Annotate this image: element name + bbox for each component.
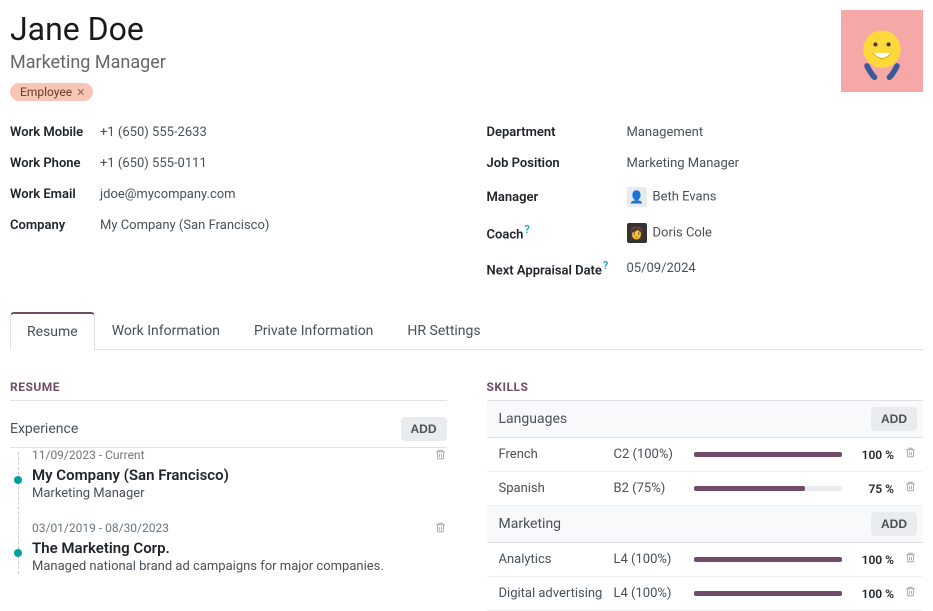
skill-row: Analytics L4 (100%) 100 % xyxy=(487,543,924,577)
employee-name: Jane Doe xyxy=(10,10,821,48)
field-value[interactable]: Management xyxy=(627,125,704,140)
skill-name: Digital advertising xyxy=(499,586,604,601)
field-next-appraisal: Next Appraisal Date? 05/09/2024 xyxy=(487,259,924,278)
experience-description: Managed national brand ad campaigns for … xyxy=(32,559,447,574)
field-company: Company My Company (San Francisco) xyxy=(10,218,447,233)
experience-dates: 11/09/2023 - Current xyxy=(32,448,447,462)
field-value[interactable]: jdoe@mycompany.com xyxy=(100,187,236,202)
experience-label: Experience xyxy=(10,421,78,437)
skill-name: Analytics xyxy=(499,552,604,567)
field-work-phone: Work Phone +1 (650) 555-0111 xyxy=(10,156,447,171)
field-value[interactable]: 👩Doris Cole xyxy=(627,223,712,243)
skills-title: SKILLS xyxy=(487,380,924,401)
field-work-email: Work Email jdoe@mycompany.com xyxy=(10,187,447,202)
help-icon[interactable]: ? xyxy=(524,223,529,236)
field-label: Job Position xyxy=(487,156,627,171)
skill-category: Marketing ADD xyxy=(487,506,924,543)
trash-icon xyxy=(904,551,917,564)
tab-resume[interactable]: Resume xyxy=(10,312,95,350)
skill-progress xyxy=(694,486,843,491)
field-value[interactable]: +1 (650) 555-2633 xyxy=(100,125,207,140)
trash-icon xyxy=(434,448,447,461)
field-label: Work Phone xyxy=(10,156,100,171)
tab-hr-settings[interactable]: HR Settings xyxy=(390,312,497,350)
smiley-icon xyxy=(852,21,912,81)
delete-skill-button[interactable] xyxy=(904,446,917,463)
delete-skill-button[interactable] xyxy=(904,551,917,568)
experience-description: Marketing Manager xyxy=(32,486,447,501)
avatar[interactable] xyxy=(841,10,923,92)
field-work-mobile: Work Mobile +1 (650) 555-2633 xyxy=(10,125,447,140)
skill-percent: 100 % xyxy=(852,448,894,462)
delete-experience-button[interactable] xyxy=(434,450,447,465)
skill-row: French C2 (100%) 100 % xyxy=(487,438,924,472)
resume-pane: RESUME Experience ADD 11/09/2023 - Curre… xyxy=(10,380,447,611)
skill-level: C2 (100%) xyxy=(614,447,684,462)
skill-name: French xyxy=(499,447,604,462)
skill-row: Digital advertising L4 (100%) 100 % xyxy=(487,577,924,611)
field-value[interactable]: 05/09/2024 xyxy=(627,261,696,276)
add-skill-button[interactable]: ADD xyxy=(871,407,917,431)
field-value[interactable]: My Company (San Francisco) xyxy=(100,218,269,233)
skill-progress xyxy=(694,452,843,457)
skill-percent: 100 % xyxy=(852,587,894,601)
tag-label: Employee xyxy=(20,85,72,99)
field-manager: Manager 👤Beth Evans xyxy=(487,187,924,207)
skill-row: Spanish B2 (75%) 75 % xyxy=(487,472,924,506)
skill-category-name: Marketing xyxy=(499,516,562,532)
experience-title: The Marketing Corp. xyxy=(32,539,447,557)
skill-category: Languages ADD xyxy=(487,401,924,438)
field-value[interactable]: +1 (650) 555-0111 xyxy=(100,156,207,171)
skill-level: L4 (100%) xyxy=(614,552,684,567)
field-label: Work Mobile xyxy=(10,125,100,140)
skills-pane: SKILLS Languages ADD French C2 (100%) 100 % S… xyxy=(487,380,924,611)
trash-icon xyxy=(904,585,917,598)
field-label: Work Email xyxy=(10,187,100,202)
experience-item: 11/09/2023 - Current My Company (San Fran… xyxy=(32,448,447,501)
skill-percent: 100 % xyxy=(852,553,894,567)
field-label: Department xyxy=(487,125,627,140)
field-label: Coach? xyxy=(487,223,627,242)
experience-item: 03/01/2019 - 08/30/2023 The Marketing Cor… xyxy=(32,521,447,574)
skill-name: Spanish xyxy=(499,481,604,496)
resume-title: RESUME xyxy=(10,380,447,401)
delete-experience-button[interactable] xyxy=(434,523,447,538)
employee-job-title: Marketing Manager xyxy=(10,52,821,73)
tabs: Resume Work Information Private Informat… xyxy=(10,312,923,350)
trash-icon xyxy=(434,521,447,534)
field-label: Company xyxy=(10,218,100,233)
delete-skill-button[interactable] xyxy=(904,480,917,497)
manager-avatar: 👤 xyxy=(627,187,647,207)
skill-category-name: Languages xyxy=(499,411,568,427)
add-skill-button[interactable]: ADD xyxy=(871,512,917,536)
tag-employee[interactable]: Employee ✕ xyxy=(10,83,93,101)
field-department: Department Management xyxy=(487,125,924,140)
field-label: Manager xyxy=(487,190,627,205)
experience-title: My Company (San Francisco) xyxy=(32,466,447,484)
add-experience-button[interactable]: ADD xyxy=(401,417,447,441)
skill-level: B2 (75%) xyxy=(614,481,684,496)
tab-work-information[interactable]: Work Information xyxy=(95,312,237,350)
field-coach: Coach? 👩Doris Cole xyxy=(487,223,924,243)
trash-icon xyxy=(904,446,917,459)
field-job-position: Job Position Marketing Manager xyxy=(487,156,924,171)
help-icon[interactable]: ? xyxy=(603,259,608,272)
skill-progress xyxy=(694,557,843,562)
trash-icon xyxy=(904,480,917,493)
tab-private-information[interactable]: Private Information xyxy=(237,312,390,350)
experience-dates: 03/01/2019 - 08/30/2023 xyxy=(32,521,447,535)
coach-avatar: 👩 xyxy=(627,223,647,243)
skill-percent: 75 % xyxy=(852,482,894,496)
field-label: Next Appraisal Date? xyxy=(487,259,627,278)
close-icon[interactable]: ✕ xyxy=(76,86,85,99)
skill-level: L4 (100%) xyxy=(614,586,684,601)
field-value[interactable]: 👤Beth Evans xyxy=(627,187,717,207)
skill-progress xyxy=(694,591,843,596)
field-value[interactable]: Marketing Manager xyxy=(627,156,740,171)
